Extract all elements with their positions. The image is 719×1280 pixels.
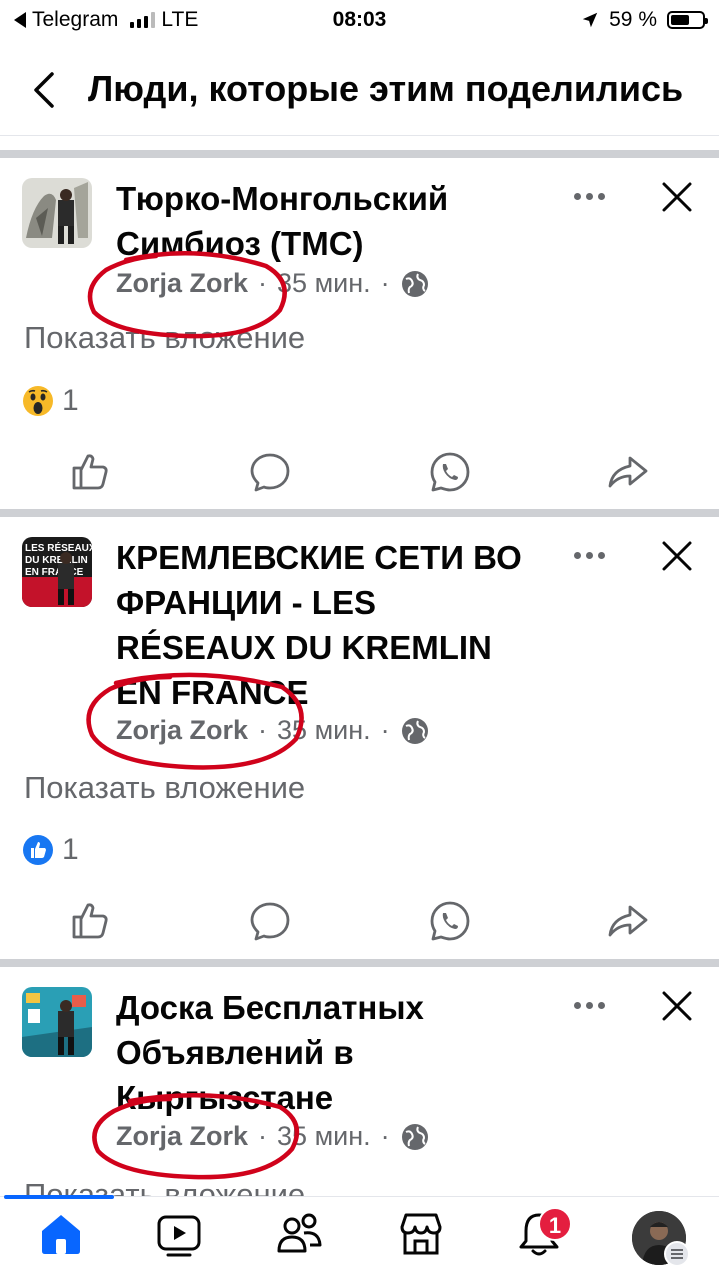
post-meta: Zorja Zork · 35 мин. · bbox=[116, 1121, 430, 1152]
post-meta: Zorja Zork · 35 мин. · bbox=[116, 715, 430, 746]
author-name[interactable]: Zorja Zork bbox=[116, 1121, 248, 1152]
close-icon[interactable] bbox=[660, 989, 694, 1023]
like-reaction-icon bbox=[23, 835, 53, 865]
notification-badge: 1 bbox=[538, 1207, 572, 1241]
share-icon[interactable] bbox=[606, 899, 650, 943]
post-actions bbox=[0, 899, 719, 949]
meta-separator: · bbox=[258, 715, 268, 745]
share-icon[interactable] bbox=[606, 450, 650, 494]
group-avatar[interactable] bbox=[22, 987, 92, 1057]
like-icon[interactable] bbox=[68, 899, 112, 943]
show-attachment-link[interactable]: Показать вложение bbox=[24, 320, 305, 356]
author-name[interactable]: Zorja Zork bbox=[116, 715, 248, 746]
post-time[interactable]: 35 мин. bbox=[277, 1121, 371, 1152]
location-arrow-icon bbox=[582, 12, 598, 28]
globe-icon bbox=[401, 717, 428, 744]
post-time[interactable]: 35 мин. bbox=[277, 268, 371, 299]
show-attachment-link[interactable]: Показать вложение bbox=[24, 770, 305, 806]
home-icon[interactable] bbox=[36, 1209, 86, 1259]
bottom-navigation: 1 bbox=[0, 1195, 719, 1280]
divider bbox=[0, 959, 719, 967]
shared-post: Тюрко-Монгольский Симбиоз (ТМС) Zorja Zo… bbox=[0, 158, 719, 508]
group-avatar[interactable] bbox=[22, 178, 92, 248]
shared-post: LES RÉSEAUX DU KREMLIN EN FRANCE КРЕМЛЕВ… bbox=[0, 517, 719, 959]
more-options-icon[interactable] bbox=[574, 995, 610, 1015]
close-icon[interactable] bbox=[660, 180, 694, 214]
comment-icon[interactable] bbox=[248, 450, 292, 494]
more-options-icon[interactable] bbox=[574, 545, 610, 565]
whatsapp-icon[interactable] bbox=[428, 899, 472, 943]
page-title: Люди, которые этим поделились bbox=[88, 68, 684, 109]
like-icon[interactable] bbox=[68, 450, 112, 494]
close-icon[interactable] bbox=[660, 539, 694, 573]
reaction-count: 1 bbox=[62, 384, 79, 417]
svg-text:DU KREMLIN: DU KREMLIN bbox=[25, 555, 88, 566]
globe-icon bbox=[401, 270, 428, 297]
post-meta: Zorja Zork · 35 мин. · bbox=[116, 268, 430, 299]
meta-separator: · bbox=[258, 1121, 268, 1151]
shared-post: Доска Бесплатных Объявлений в Кыргызстан… bbox=[0, 967, 719, 1196]
divider bbox=[0, 509, 719, 517]
whatsapp-icon[interactable] bbox=[428, 450, 472, 494]
show-attachment-link[interactable]: Показать вложение bbox=[24, 1177, 305, 1196]
chevron-left-icon[interactable] bbox=[26, 68, 66, 112]
menu-icon[interactable] bbox=[664, 1241, 690, 1267]
author-name[interactable]: Zorja Zork bbox=[116, 268, 248, 299]
more-options-icon[interactable] bbox=[574, 186, 610, 206]
post-title[interactable]: КРЕМЛЕВСКИЕ СЕТИ ВО ФРАНЦИИ - LES RÉSEAU… bbox=[116, 535, 536, 715]
battery-icon bbox=[667, 11, 708, 29]
meta-separator: · bbox=[380, 268, 390, 298]
svg-text:EN FRANCE: EN FRANCE bbox=[25, 567, 84, 578]
post-time[interactable]: 35 мин. bbox=[277, 715, 371, 746]
friends-icon[interactable] bbox=[274, 1209, 324, 1259]
reaction-summary[interactable]: 1 bbox=[22, 384, 79, 418]
post-title[interactable]: Доска Бесплатных Объявлений в Кыргызстан… bbox=[116, 985, 536, 1120]
active-tab-indicator bbox=[4, 1195, 114, 1199]
reaction-count: 1 bbox=[62, 833, 79, 866]
group-avatar[interactable]: LES RÉSEAUX DU KREMLIN EN FRANCE bbox=[22, 537, 92, 607]
page-header: Люди, которые этим поделились bbox=[0, 48, 719, 136]
post-actions bbox=[0, 450, 719, 500]
meta-separator: · bbox=[258, 268, 268, 298]
video-icon[interactable] bbox=[154, 1209, 204, 1259]
post-title[interactable]: Тюрко-Монгольский Симбиоз (ТМС) bbox=[116, 176, 536, 266]
reaction-summary[interactable]: 1 bbox=[22, 833, 79, 867]
comment-icon[interactable] bbox=[248, 899, 292, 943]
wow-emoji-icon bbox=[23, 386, 53, 416]
svg-text:LES RÉSEAUX: LES RÉSEAUX bbox=[25, 541, 92, 554]
status-bar: Telegram LTE 08:03 59 % bbox=[0, 0, 719, 40]
marketplace-icon[interactable] bbox=[396, 1209, 446, 1259]
divider bbox=[0, 150, 719, 158]
meta-separator: · bbox=[380, 1121, 390, 1151]
battery-percent: 59 % bbox=[609, 8, 657, 31]
meta-separator: · bbox=[380, 715, 390, 745]
globe-icon bbox=[401, 1123, 428, 1150]
